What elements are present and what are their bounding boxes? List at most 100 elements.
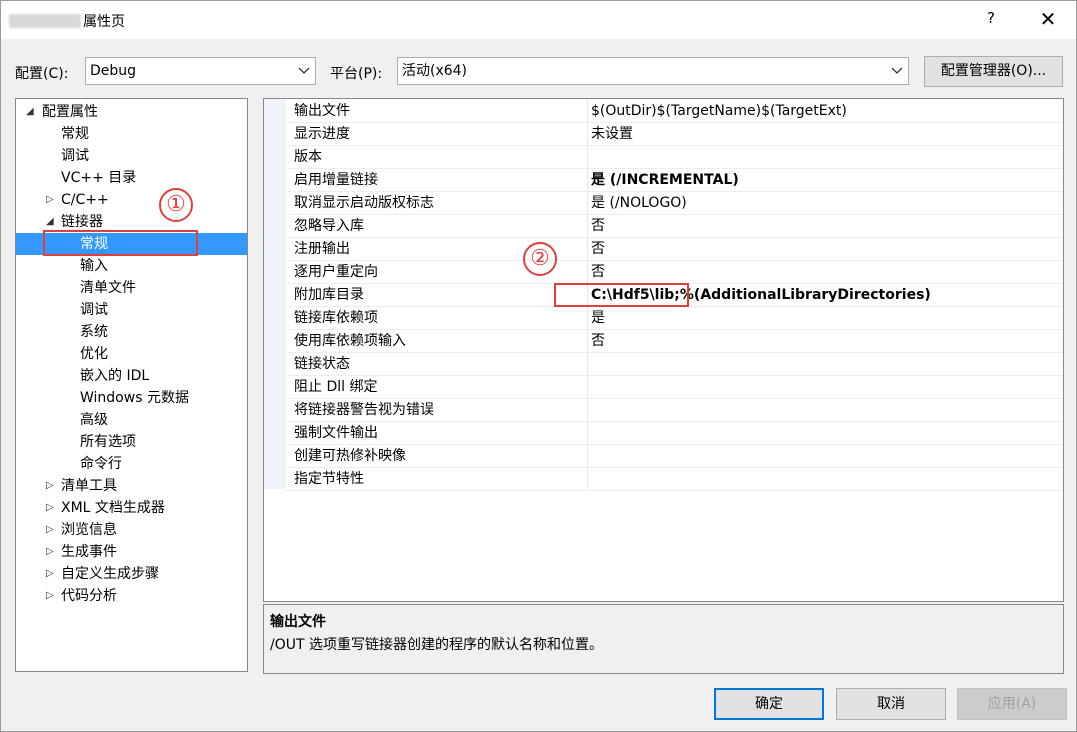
property-row[interactable]: 阻止 Dll 绑定 — [286, 376, 1063, 399]
tree-item[interactable]: 输入 — [16, 255, 247, 277]
property-value[interactable]: 否 — [591, 261, 605, 283]
property-row[interactable]: 取消显示启动版权标志 是 (/NOLOGO) — [286, 192, 1063, 215]
property-name: 附加库目录 — [294, 287, 364, 303]
tree-item[interactable]: ▷ XML 文档生成器 — [16, 497, 247, 519]
tree-item[interactable]: ▷ 自定义生成步骤 — [16, 563, 247, 585]
property-row[interactable]: 使用库依赖项输入 否 — [286, 330, 1063, 353]
tree-item-label: XML 文档生成器 — [61, 500, 165, 516]
tree-item[interactable]: ▷ 代码分析 — [16, 585, 247, 607]
property-name: 输出文件 — [294, 103, 350, 119]
config-label: 配置(C): — [15, 66, 69, 82]
tree-item-label: 输入 — [80, 258, 108, 274]
property-value[interactable]: 否 — [591, 215, 605, 237]
tree-item-label: 代码分析 — [61, 588, 117, 604]
config-value: Debug — [90, 63, 137, 79]
platform-dropdown[interactable]: 活动(x64) — [397, 57, 909, 85]
property-value[interactable]: 未设置 — [591, 123, 633, 145]
tree-item[interactable]: 清单文件 — [16, 277, 247, 299]
property-value[interactable]: $(OutDir)$(TargetName)$(TargetExt) — [591, 100, 847, 122]
config-dropdown[interactable]: Debug — [85, 57, 316, 85]
configuration-manager-button[interactable]: 配置管理器(O)... — [924, 56, 1063, 87]
property-row[interactable]: 链接状态 — [286, 353, 1063, 376]
tree-item[interactable]: 所有选项 — [16, 431, 247, 453]
property-row[interactable]: 输出文件 $(OutDir)$(TargetName)$(TargetExt) — [286, 100, 1063, 123]
tree-item-label: 清单文件 — [80, 280, 136, 296]
tree-item-label: Windows 元数据 — [80, 390, 189, 406]
tree-item-label: 高级 — [80, 412, 108, 428]
tree-item[interactable]: ▷ 清单工具 — [16, 475, 247, 497]
tree-item-label: 常规 — [61, 126, 89, 142]
tree-item-label: VC++ 目录 — [61, 170, 137, 186]
property-value[interactable]: 是 (/INCREMENTAL) — [591, 169, 739, 191]
tree-item[interactable]: 系统 — [16, 321, 247, 343]
tree-item[interactable]: VC++ 目录 — [16, 167, 247, 189]
property-row[interactable]: 链接库依赖项 是 — [286, 307, 1063, 330]
property-row[interactable]: 逐用户重定向 否 — [286, 261, 1063, 284]
expand-arrow-icon[interactable]: ▷ — [46, 475, 58, 497]
property-name: 使用库依赖项输入 — [294, 333, 406, 349]
property-value[interactable]: 是 (/NOLOGO) — [591, 192, 687, 214]
property-value[interactable]: 否 — [591, 330, 605, 352]
tree-item[interactable]: 优化 — [16, 343, 247, 365]
description-text: /OUT 选项重写链接器创建的程序的默认名称和位置。 — [270, 637, 603, 653]
property-value[interactable]: 否 — [591, 238, 605, 260]
property-name: 显示进度 — [294, 126, 350, 142]
expand-arrow-icon[interactable]: ▷ — [46, 541, 58, 563]
tree-item-label: 嵌入的 IDL — [80, 368, 150, 384]
tree-item[interactable]: ▷ C/C++ — [16, 189, 247, 211]
property-row[interactable]: 忽略导入库 否 — [286, 215, 1063, 238]
property-value[interactable]: 是 — [591, 307, 605, 329]
tree-item-label: C/C++ — [61, 192, 109, 208]
property-name: 取消显示启动版权标志 — [294, 195, 434, 211]
tree-item[interactable]: 常规 — [16, 123, 247, 145]
property-name: 强制文件输出 — [294, 425, 378, 441]
tree-item[interactable]: ▷ 生成事件 — [16, 541, 247, 563]
tree-item[interactable]: 调试 — [16, 299, 247, 321]
description-pane: 输出文件 /OUT 选项重写链接器创建的程序的默认名称和位置。 — [263, 604, 1064, 674]
tree-item-label: 调试 — [80, 302, 108, 318]
expand-arrow-icon[interactable]: ▷ — [46, 563, 58, 585]
property-row[interactable]: 启用增量链接 是 (/INCREMENTAL) — [286, 169, 1063, 192]
annotation-marker-2: ② — [523, 242, 557, 276]
grid-gutter — [264, 99, 286, 489]
property-row[interactable]: 显示进度 未设置 — [286, 123, 1063, 146]
property-row[interactable]: 版本 — [286, 146, 1063, 169]
property-row[interactable]: 创建可热修补映像 — [286, 445, 1063, 468]
property-name: 忽略导入库 — [294, 218, 364, 234]
tree-item-label: 所有选项 — [80, 434, 136, 450]
tree-item-label: 优化 — [80, 346, 108, 362]
tree-item[interactable]: ▷ 浏览信息 — [16, 519, 247, 541]
cancel-button[interactable]: 取消 — [836, 688, 946, 720]
property-row[interactable]: 指定节特性 — [286, 468, 1063, 491]
tree-item[interactable]: 嵌入的 IDL — [16, 365, 247, 387]
expand-arrow-icon[interactable]: ▷ — [46, 189, 58, 211]
description-title: 输出文件 — [270, 614, 326, 630]
property-row[interactable]: 强制文件输出 — [286, 422, 1063, 445]
property-name: 创建可热修补映像 — [294, 448, 406, 464]
property-name: 注册输出 — [294, 241, 350, 257]
settings-tree[interactable]: ◢ 配置属性 常规 调试 VC++ 目录 ▷ C/C++ ◢ 链接器 常规 输入 清单文件 调试 系统 优化… — [15, 98, 248, 672]
property-pages-dialog: 属性页 ? ✕ 配置(C): Debug 平台(P): 活动(x64) 配置管理… — [0, 0, 1077, 732]
expand-arrow-icon[interactable]: ▷ — [46, 519, 58, 541]
property-name: 将链接器警告视为错误 — [294, 402, 434, 418]
apply-button[interactable]: 应用(A) — [957, 688, 1067, 720]
help-button[interactable]: ? — [981, 9, 1001, 29]
chevron-down-icon — [297, 58, 311, 84]
title-bar: 属性页 ? ✕ — [1, 1, 1076, 39]
tree-item[interactable]: 命令行 — [16, 453, 247, 475]
tree-item[interactable]: 高级 — [16, 409, 247, 431]
property-grid[interactable]: 输出文件 $(OutDir)$(TargetName)$(TargetExt) 显示… — [263, 98, 1064, 602]
expand-arrow-icon[interactable]: ▷ — [46, 497, 58, 519]
close-button[interactable]: ✕ — [1037, 7, 1059, 31]
property-name: 指定节特性 — [294, 471, 364, 487]
expand-arrow-icon[interactable]: ▷ — [46, 585, 58, 607]
collapse-arrow-icon[interactable]: ◢ — [26, 101, 38, 123]
property-row[interactable]: 将链接器警告视为错误 — [286, 399, 1063, 422]
tree-item[interactable]: ◢ 配置属性 — [16, 101, 247, 123]
property-name: 链接状态 — [294, 356, 350, 372]
tree-item[interactable]: Windows 元数据 — [16, 387, 247, 409]
property-row[interactable]: 注册输出 否 — [286, 238, 1063, 261]
tree-item[interactable]: 调试 — [16, 145, 247, 167]
ok-button[interactable]: 确定 — [714, 688, 824, 720]
property-name: 版本 — [294, 149, 322, 165]
